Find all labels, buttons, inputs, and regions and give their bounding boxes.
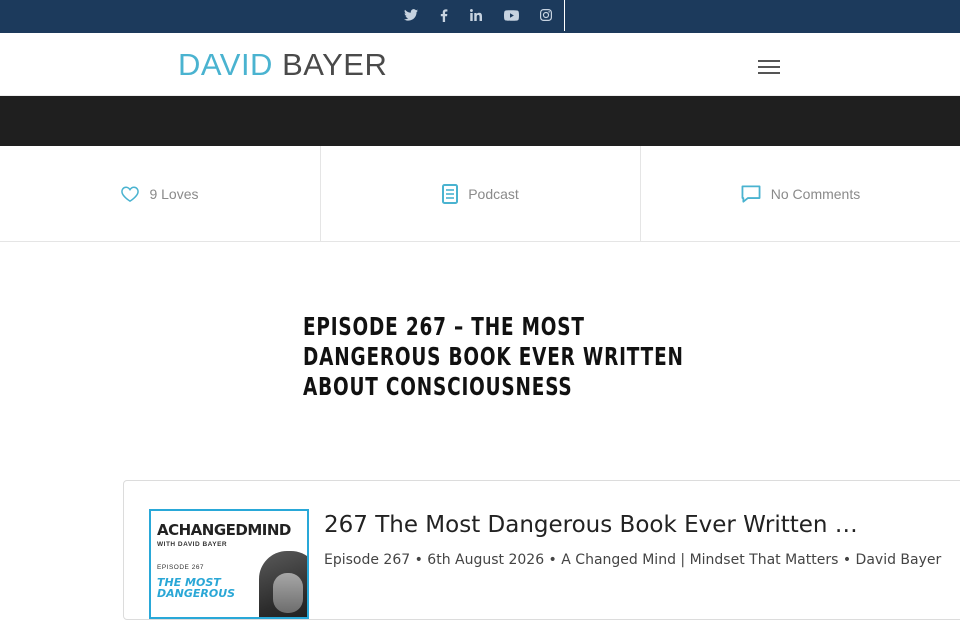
category-label: Podcast [468, 185, 519, 202]
cover-episode-subtitle: THE MOST DANGEROUS [157, 576, 236, 600]
post-title: Episode 267 – The Most Dangerous Book Ev… [303, 312, 684, 401]
document-icon [442, 183, 459, 204]
category-link[interactable]: Podcast [320, 146, 640, 241]
site-logo[interactable]: DAVID BAYER [178, 47, 387, 83]
comments-label: No Comments [770, 185, 861, 202]
loves-counter[interactable]: 9 Loves [0, 146, 320, 241]
linkedin-icon[interactable] [468, 9, 484, 25]
episode-cover-image[interactable]: ACHANGEDMIND WITH DAVID BAYER EPISODE 26… [149, 509, 309, 619]
heart-icon [121, 185, 140, 202]
podcast-player: ACHANGEDMIND WITH DAVID BAYER EPISODE 26… [123, 480, 960, 620]
hamburger-line [758, 72, 780, 74]
logo-last-name: BAYER [282, 47, 388, 82]
twitter-icon[interactable] [403, 9, 419, 25]
logo-first-name: DAVID [178, 47, 273, 82]
hamburger-line [758, 60, 780, 62]
post-meta-bar: 9 Loves Podcast No Comments [0, 146, 960, 242]
hero-band [0, 96, 960, 146]
facebook-icon[interactable] [436, 9, 452, 25]
menu-toggle-button[interactable] [758, 60, 780, 74]
loves-label: 9 Loves [149, 185, 199, 202]
comment-icon [741, 184, 761, 203]
episode-title[interactable]: 267 The Most Dangerous Book Ever Written… [324, 512, 858, 538]
episode-meta: Episode 267 • 6th August 2026 • A Change… [324, 552, 942, 568]
hamburger-line [758, 66, 780, 68]
youtube-icon[interactable] [503, 9, 519, 25]
top-bar [0, 0, 960, 33]
comments-link[interactable]: No Comments [640, 146, 960, 241]
cover-host: WITH DAVID BAYER [157, 541, 228, 548]
host-portrait [259, 551, 307, 617]
topbar-divider [564, 0, 565, 31]
site-header: DAVID BAYER [0, 33, 960, 96]
instagram-icon[interactable] [538, 9, 554, 25]
cover-show-title: ACHANGEDMIND [157, 521, 291, 539]
cover-episode-number: EPISODE 267 [157, 564, 205, 571]
